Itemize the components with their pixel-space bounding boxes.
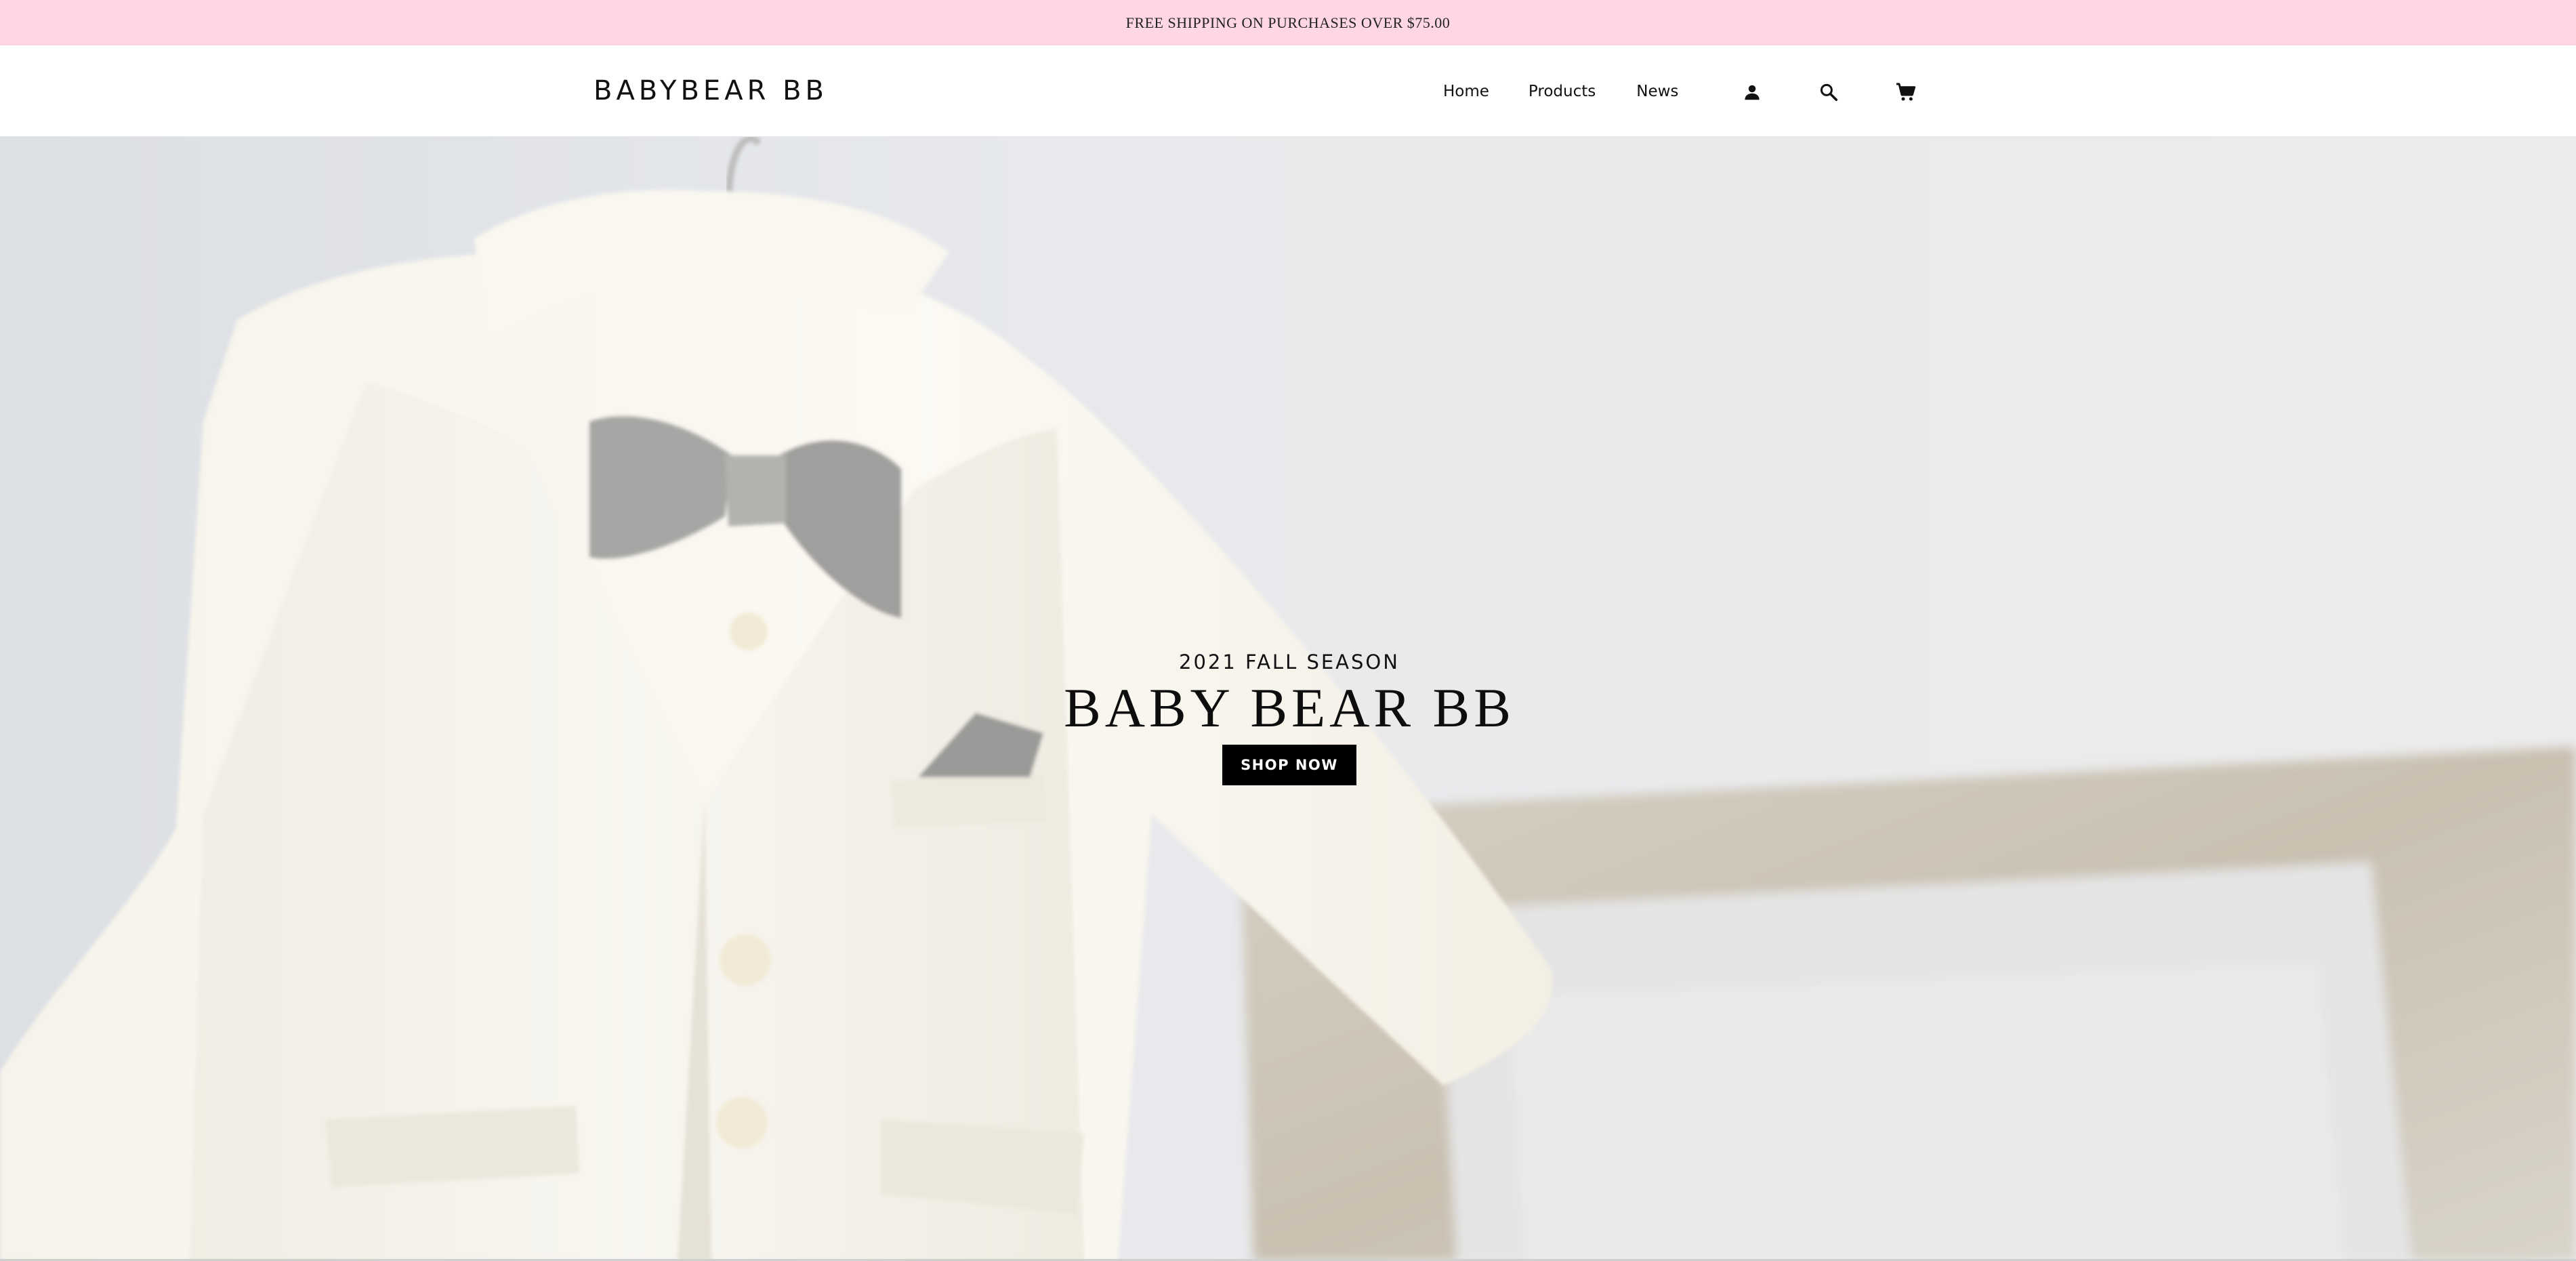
hero-kicker: 2021 FALL SEASON	[1179, 650, 1400, 674]
site-header: BABYBEAR BB Home Products News	[0, 45, 2576, 137]
announcement-text: FREE SHIPPING ON PURCHASES OVER $75.00	[1125, 14, 1451, 31]
nav-news[interactable]: News	[1636, 79, 1678, 104]
nav-products[interactable]: Products	[1529, 79, 1596, 104]
hero-banner: 2021 FALL SEASON BABY BEAR BB SHOP NOW	[0, 137, 2576, 1261]
site-logo[interactable]: BABYBEAR BB	[594, 74, 828, 108]
nav-home[interactable]: Home	[1443, 79, 1489, 104]
account-icon[interactable]	[1737, 77, 1767, 107]
announcement-bar: FREE SHIPPING ON PURCHASES OVER $75.00	[0, 0, 2576, 45]
cart-icon[interactable]	[1891, 77, 1921, 107]
hero-content: 2021 FALL SEASON BABY BEAR BB SHOP NOW	[1016, 648, 1562, 785]
main-nav: Home Products News	[1443, 79, 1678, 104]
hero-title: BABY BEAR BB	[1064, 677, 1515, 739]
shop-now-button[interactable]: SHOP NOW	[1222, 745, 1356, 785]
search-icon[interactable]	[1814, 77, 1844, 107]
